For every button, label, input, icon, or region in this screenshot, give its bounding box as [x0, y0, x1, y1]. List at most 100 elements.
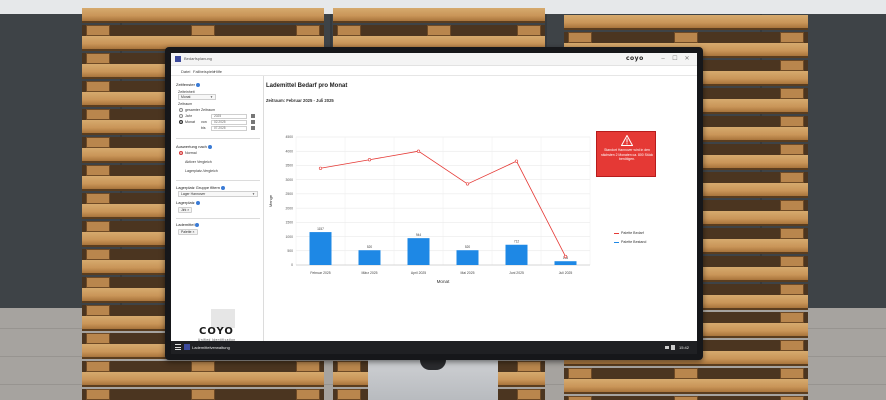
- bar-data-label: 1157: [317, 227, 324, 231]
- radio-normal[interactable]: [179, 151, 183, 155]
- legend-swatch: [614, 241, 619, 243]
- chart-bar: [309, 232, 332, 265]
- menu-bar: Datei Fallbeispiele Hilfe: [171, 66, 697, 76]
- pallet-block: [780, 256, 804, 267]
- pallet-block: [86, 389, 110, 400]
- tray-icon[interactable]: [665, 345, 675, 350]
- chart-bar: [456, 250, 479, 265]
- pallet-block: [191, 361, 215, 372]
- pallet-block: [780, 172, 804, 183]
- zeitfenster-heading: Zeitfenster: [176, 82, 200, 87]
- option-aktiver-vergleich[interactable]: Aktiver Vergleich: [185, 160, 212, 164]
- pallet-block: [86, 361, 110, 372]
- bar-data-label: 712: [514, 240, 520, 244]
- radio-jahr[interactable]: [179, 114, 183, 118]
- option-lagerplatz-vergleich[interactable]: Lagerplatz-Vergleich: [185, 169, 218, 173]
- pallet-block: [86, 165, 110, 176]
- pallet-block: [191, 389, 215, 400]
- demand-chart: 0 500 1000 1500 2000 2500 3000 3500 4000 4500 1157…: [268, 135, 591, 284]
- pallet-block: [674, 32, 698, 43]
- pallet-plank: [564, 15, 808, 30]
- remove-icon[interactable]: ×: [187, 208, 189, 212]
- legend-item-bestand[interactable]: Palette Bestand: [614, 240, 646, 244]
- jahr-input[interactable]: 2025: [211, 114, 247, 119]
- y-tick-label: 1000: [285, 235, 293, 239]
- taskbar-clock: 15:42: [679, 345, 690, 350]
- calendar-icon[interactable]: [251, 114, 255, 118]
- taskbar-app-icon[interactable]: [184, 344, 190, 350]
- info-icon[interactable]: [195, 200, 200, 205]
- legend-item-bedarf[interactable]: Palette Bedarf: [614, 231, 644, 235]
- menu-item-fallbeispiele[interactable]: Fallbeispiele: [193, 69, 215, 74]
- radio-monat[interactable]: [179, 120, 183, 124]
- pallet-block: [86, 277, 110, 288]
- info-icon[interactable]: [195, 82, 200, 87]
- auswertung-heading: Auswertung nach: [176, 144, 212, 149]
- bis-input[interactable]: 07.2025: [211, 126, 247, 131]
- pallet-block: [86, 249, 110, 260]
- y-tick-label: 3000: [285, 178, 293, 182]
- x-axis-title: Monat: [437, 279, 450, 284]
- pallet-block: [86, 25, 110, 36]
- close-icon[interactable]: ✕: [683, 55, 691, 63]
- pallet-block: [780, 228, 804, 239]
- info-icon[interactable]: [207, 144, 212, 149]
- info-icon[interactable]: [221, 185, 226, 190]
- radio-gesamter-zeitraum[interactable]: [179, 108, 183, 112]
- info-icon[interactable]: [195, 222, 200, 227]
- pallet-block: [296, 25, 320, 36]
- lademittel-chip[interactable]: Palette ×: [178, 229, 198, 235]
- pallet-block: [517, 361, 541, 372]
- menu-item-datei[interactable]: Datei: [181, 69, 190, 74]
- x-tick-label: Juli 2025: [559, 271, 573, 275]
- pallet-plank: [564, 379, 808, 394]
- maximize-icon[interactable]: ☐: [671, 55, 679, 63]
- chart-point: [367, 158, 372, 162]
- y-tick-label: 4500: [285, 135, 293, 139]
- chevron-down-icon: ▼: [252, 192, 255, 196]
- y-tick-label: 3500: [285, 164, 293, 168]
- calendar-icon[interactable]: [251, 126, 255, 130]
- zeiteinheit-select[interactable]: Monat ▼: [178, 94, 216, 100]
- pallet-block: [780, 368, 804, 379]
- pallet-block: [780, 396, 804, 400]
- chart-point: [563, 254, 568, 259]
- chart-point: [465, 182, 470, 186]
- lagerplatz-chip[interactable]: Jirk ×: [178, 207, 193, 213]
- calendar-icon[interactable]: [251, 120, 255, 124]
- divider: [176, 218, 260, 219]
- menu-item-hilfe[interactable]: Hilfe: [214, 69, 222, 74]
- chart-point: [514, 159, 519, 163]
- radio-normal-label: Normal: [185, 151, 197, 155]
- main-content: Lademittel Bedarf pro Monat Zeitraum: Fe…: [264, 76, 697, 341]
- gruppe-select[interactable]: Lager Hannover ▼: [178, 191, 258, 197]
- radio-jahr-label: Jahr: [185, 114, 192, 118]
- pallet-block: [427, 25, 451, 36]
- window-title: Bedarfsplanung: [184, 56, 213, 61]
- x-tick-label: Februar 2025: [310, 271, 330, 275]
- menu-icon[interactable]: [175, 344, 181, 350]
- taskbar-app-label[interactable]: Lademittelverwaltung: [192, 345, 230, 350]
- screen: Bedarfsplanung coyo – ☐ ✕ Datei Fallbeis…: [171, 53, 697, 354]
- pallet-block: [674, 368, 698, 379]
- pallet-block: [568, 368, 592, 379]
- app-icon: [175, 56, 181, 62]
- pallet-block: [780, 116, 804, 127]
- minimize-icon[interactable]: –: [659, 55, 667, 63]
- von-input[interactable]: 02.2025: [211, 120, 247, 125]
- pallet-block: [517, 25, 541, 36]
- pallet-block: [568, 32, 592, 43]
- pallet-plank: [82, 372, 324, 387]
- pallet-block: [780, 60, 804, 71]
- pallet-block: [674, 396, 698, 400]
- monitor: Bedarfsplanung coyo – ☐ ✕ Datei Fallbeis…: [165, 47, 703, 360]
- pallet-block: [86, 81, 110, 92]
- y-tick-label: 1500: [285, 221, 293, 225]
- chart-bar: [407, 238, 430, 265]
- warning-icon: [621, 135, 633, 146]
- pallet-block: [296, 361, 320, 372]
- pallet-block: [780, 312, 804, 323]
- pallet-block: [86, 221, 110, 232]
- taskbar: Lademittelverwaltung 15:42: [171, 341, 697, 354]
- remove-icon[interactable]: ×: [193, 230, 195, 234]
